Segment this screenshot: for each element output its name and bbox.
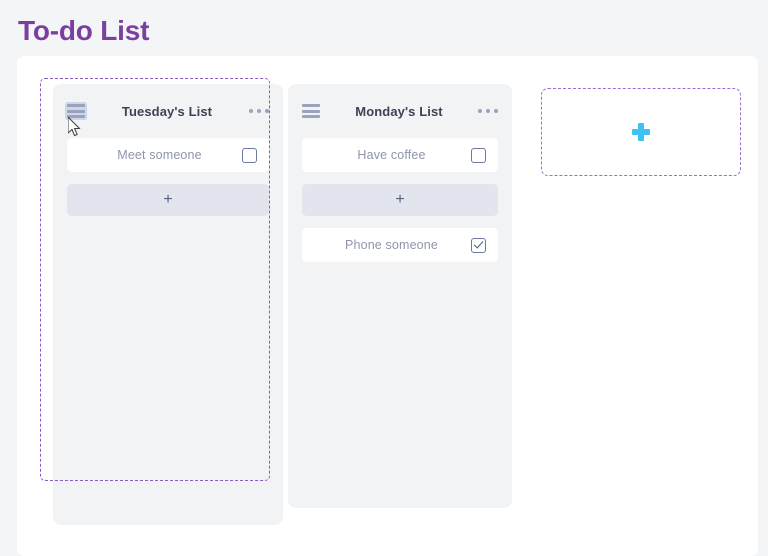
hamburger-bar (67, 104, 85, 107)
ellipsis-menu-icon[interactable] (249, 109, 269, 113)
ellipsis-menu-icon[interactable] (478, 109, 498, 113)
hamburger-bar (302, 115, 320, 118)
menu-dot (494, 109, 498, 113)
hamburger-drag-icon[interactable] (302, 104, 320, 118)
column-title: Monday's List (355, 103, 443, 119)
menu-dot (486, 109, 490, 113)
task-checkbox[interactable] (471, 147, 486, 163)
hamburger-bar (302, 109, 320, 113)
menu-dot (265, 109, 269, 113)
add-list-button[interactable] (541, 88, 741, 176)
plus-icon (632, 123, 650, 141)
column-header: Tuesday's List (67, 100, 269, 122)
list-column-monday[interactable]: Monday's List Have coffee + Phone someon… (288, 84, 512, 508)
task-label: Phone someone (345, 238, 438, 252)
column-header: Monday's List (302, 100, 498, 122)
list-column-tuesday[interactable]: Tuesday's List Meet someone + (53, 84, 283, 525)
plus-icon: + (395, 191, 405, 208)
task-label: Meet someone (117, 148, 202, 162)
task-checkbox[interactable] (471, 237, 486, 253)
task-card[interactable]: Have coffee (302, 138, 498, 172)
task-card[interactable]: Phone someone (302, 228, 498, 262)
plus-icon: + (163, 191, 173, 208)
board-surface: Tuesday's List Meet someone + Monday's L… (17, 56, 758, 556)
task-label: Have coffee (357, 148, 426, 162)
menu-dot (478, 109, 482, 113)
hamburger-bar (67, 109, 85, 113)
hamburger-bar (67, 115, 85, 118)
column-title: Tuesday's List (121, 103, 213, 119)
hamburger-drag-icon[interactable] (67, 104, 85, 118)
add-task-button[interactable]: + (302, 184, 498, 216)
menu-dot (249, 109, 253, 113)
task-checkbox[interactable] (242, 147, 257, 163)
board-columns: Tuesday's List Meet someone + Monday's L… (17, 56, 758, 556)
add-task-button[interactable]: + (67, 184, 269, 216)
page-title: To-do List (18, 15, 150, 46)
hamburger-bar (302, 104, 320, 107)
menu-dot (257, 109, 261, 113)
task-card[interactable]: Meet someone (67, 138, 269, 172)
